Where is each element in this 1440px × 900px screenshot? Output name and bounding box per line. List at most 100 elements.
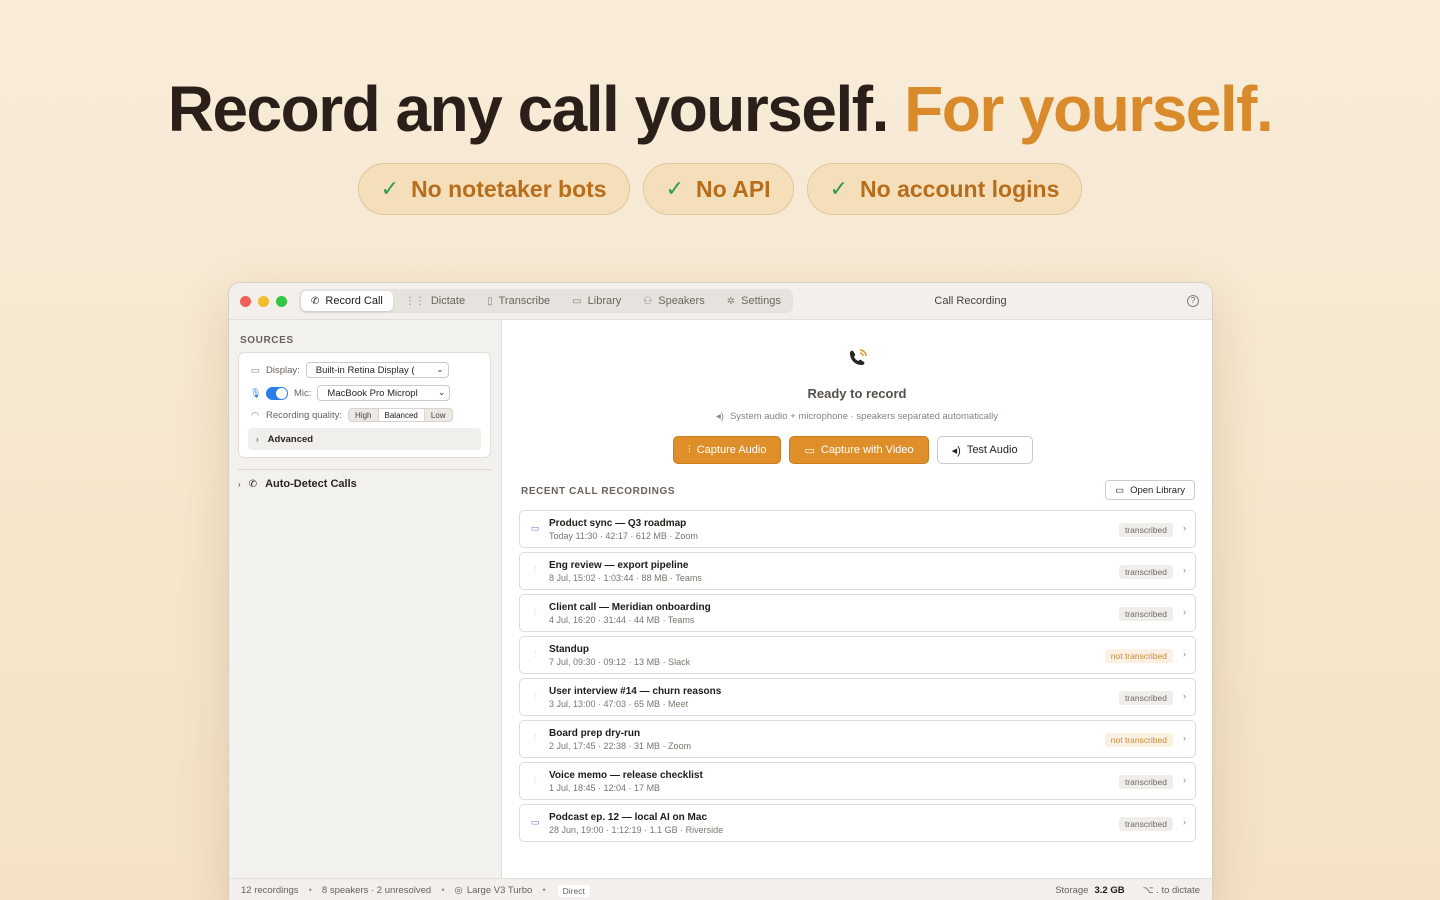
zoom-window-button[interactable] [276, 295, 287, 307]
feature-pill-label: No notetaker bots [411, 175, 607, 202]
tab-record-call[interactable]: ✆ Record Call [301, 291, 393, 311]
tab-library[interactable]: ▭ Library [562, 291, 631, 311]
recording-row[interactable]: ⫶ Voice memo — release checklist 1 Jul, … [519, 762, 1196, 800]
main-panel: Ready to record ◂) System audio + microph… [502, 320, 1212, 900]
recording-meta: 7 Jul, 09:30 · 09:12 · 13 MB · Slack [549, 657, 691, 667]
mic-select[interactable]: MacBook Pro Micropl ⌄ [317, 385, 451, 401]
quality-option-high[interactable]: High [349, 409, 377, 421]
mic-label: Mic: [294, 387, 312, 399]
tab-label: Dictate [430, 295, 466, 307]
status-badge: transcribed [1118, 817, 1173, 831]
capture-video-button[interactable]: ▭ Capture with Video [789, 436, 929, 464]
recording-title: Eng review — export pipeline [549, 560, 689, 571]
microphone-icon: 🎙︎ [250, 387, 262, 398]
advanced-disclosure[interactable]: › Advanced [248, 428, 481, 450]
chevron-right-icon: › [1183, 817, 1186, 827]
sidebar-divider [238, 469, 492, 470]
chevron-right-icon: › [1183, 733, 1186, 743]
display-select[interactable]: Built-in Retina Display ( ⌄ [305, 362, 449, 378]
waveform-icon: ⋮⋮ [404, 295, 425, 307]
archive-icon: ▭ [1115, 484, 1125, 496]
status-badge: not transcribed [1104, 733, 1173, 747]
traffic-lights [240, 295, 287, 307]
recording-title: User interview #14 — churn reasons [549, 686, 722, 697]
model-name: Large V3 Turbo [466, 885, 533, 896]
advanced-label: Advanced [267, 433, 314, 445]
quality-option-low[interactable]: Low [425, 409, 452, 421]
gear-icon: ✲ [726, 295, 736, 307]
people-icon: ⚇ [643, 295, 653, 307]
recording-row[interactable]: ⫶ Standup 7 Jul, 09:30 · 09:12 · 13 MB ·… [519, 636, 1196, 674]
speaker-icon: ◂) [716, 411, 724, 422]
recording-title: Product sync — Q3 roadmap [549, 518, 687, 529]
recording-title: Board prep dry-run [549, 728, 641, 739]
app-window: ✆ Record Call ⋮⋮ Dictate ▯ Transcribe ▭ … [228, 282, 1213, 900]
tab-label: Speakers [658, 295, 705, 307]
recording-row[interactable]: ⫶ Eng review — export pipeline 8 Jul, 15… [519, 552, 1196, 590]
recording-row[interactable]: ▭ Podcast ep. 12 — local AI on Mac 28 Ju… [519, 804, 1196, 842]
tab-dictate[interactable]: ⋮⋮ Dictate [395, 291, 475, 311]
capture-actions: ⫶ Capture Audio ▭ Capture with Video ◂) … [673, 436, 1033, 464]
display-label: Display: [266, 364, 300, 376]
tab-transcribe[interactable]: ▯ Transcribe [477, 291, 560, 311]
waveform-icon: ⫶ [688, 443, 691, 456]
status-badge: transcribed [1118, 775, 1173, 789]
close-window-button[interactable] [240, 295, 251, 307]
tab-speakers[interactable]: ⚇ Speakers [633, 291, 714, 311]
feature-pill-label: No API [696, 175, 771, 202]
speakers-count: 8 speakers · 2 unresolved [321, 885, 432, 896]
recording-row[interactable]: ⫶ User interview #14 — churn reasons 3 J… [519, 678, 1196, 716]
phone-signal-icon [850, 349, 867, 365]
recording-title: Podcast ep. 12 — local AI on Mac [549, 812, 708, 823]
feature-pills: ✓ No notetaker bots ✓ No API ✓ No accoun… [0, 163, 1440, 215]
capture-video-label: Capture with Video [820, 444, 914, 456]
storage-value: 3.2 GB [1094, 885, 1125, 896]
recent-recordings-heading: RECENT CALL RECORDINGS [521, 486, 676, 497]
mode-chip: Direct [557, 884, 590, 897]
test-audio-button[interactable]: ◂) Test Audio [936, 436, 1033, 464]
tab-label: Library [587, 295, 622, 307]
speaker-icon: ◂) [951, 444, 961, 457]
video-camera-icon: ▭ [804, 444, 815, 457]
help-icon[interactable]: ? [1187, 295, 1199, 307]
recordings-count: 12 recordings [241, 885, 299, 896]
monitor-icon: ▭ [250, 364, 260, 375]
capture-audio-button[interactable]: ⫶ Capture Audio [673, 436, 782, 464]
phone-icon: ✆ [311, 295, 320, 307]
recording-title: Standup [549, 644, 589, 655]
auto-detect-disclosure[interactable]: › ✆ Auto-Detect Calls [238, 478, 357, 490]
tab-bar: ✆ Record Call ⋮⋮ Dictate ▯ Transcribe ▭ … [299, 289, 793, 313]
sources-heading: SOURCES [240, 335, 294, 346]
titlebar: ✆ Record Call ⋮⋮ Dictate ▯ Transcribe ▭ … [229, 283, 1212, 320]
recording-meta: 4 Jul, 16:20 · 31:44 · 44 MB · Teams [549, 615, 695, 625]
mic-toggle[interactable] [266, 386, 288, 400]
recording-row[interactable]: ⫶ Board prep dry-run 2 Jul, 17:45 · 22:3… [519, 720, 1196, 758]
recording-row[interactable]: ▭ Product sync — Q3 roadmap Today 11:30 … [519, 510, 1196, 548]
minimize-window-button[interactable] [258, 295, 269, 307]
hero-title-main: Record any call yourself. [167, 73, 890, 145]
open-library-button[interactable]: ▭ Open Library [1105, 480, 1195, 500]
chevron-down-icon: ⌄ [437, 387, 446, 397]
chevron-right-icon: › [1183, 691, 1186, 701]
chevron-right-icon: › [256, 434, 259, 444]
chevron-down-icon: ⌄ [436, 364, 444, 374]
mic-select-value: MacBook Pro Micropl [327, 387, 418, 399]
waveform-icon: ⫶ [533, 775, 537, 785]
status-badge: transcribed [1118, 565, 1173, 579]
status-badge: transcribed [1118, 607, 1173, 621]
quality-option-balanced[interactable]: Balanced [377, 409, 425, 421]
recording-row[interactable]: ⫶ Client call — Meridian onboarding 4 Ju… [519, 594, 1196, 632]
separator-dot: • [542, 885, 546, 896]
ready-subtitle-text: System audio + microphone · speakers sep… [729, 411, 998, 422]
phone-icon: ✆ [248, 478, 258, 490]
chevron-right-icon: › [1183, 565, 1186, 575]
waveform-icon: ⫶ [533, 565, 537, 575]
tab-settings[interactable]: ✲ Settings [717, 291, 791, 311]
feature-pill-label: No account logins [860, 175, 1060, 202]
waveform-icon: ⫶ [533, 691, 537, 701]
chevron-right-icon: › [1183, 775, 1186, 785]
recording-title: Client call — Meridian onboarding [549, 602, 711, 613]
video-camera-icon: ▭ [530, 817, 540, 827]
model-icon: ◎ [454, 885, 463, 896]
quality-label: Recording quality: [266, 409, 343, 421]
